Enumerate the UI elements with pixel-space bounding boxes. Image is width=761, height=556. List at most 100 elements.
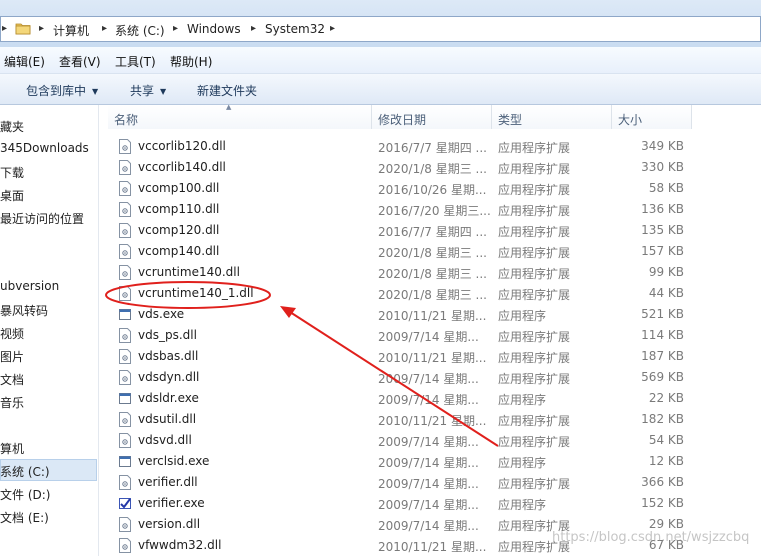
menu-tools[interactable]: 工具(T)	[115, 53, 156, 70]
file-row[interactable]: vdsbas.dll 2010/11/21 星期... 应用程序扩展 187 KB	[100, 346, 761, 367]
dll-icon	[119, 412, 131, 427]
nav-item-drive-c[interactable]: 系统 (C:)	[0, 463, 50, 480]
crumb-arrow-icon[interactable]: ▸	[173, 23, 178, 34]
file-name: vcruntime140_1.dll	[138, 286, 254, 300]
menu-view[interactable]: 查看(V)	[59, 53, 101, 70]
include-library-button[interactable]: 包含到库中 ▼	[26, 82, 98, 99]
file-date: 2020/1/8 星期三 ...	[378, 246, 487, 260]
file-size: 182 KB	[641, 412, 684, 426]
file-name: vdsdyn.dll	[138, 370, 200, 384]
file-row[interactable]: vcomp110.dll 2016/7/20 星期三... 应用程序扩展 136 KB	[100, 199, 761, 220]
file-row[interactable]: vds.exe 2010/11/21 星期... 应用程序 521 KB	[100, 304, 761, 325]
crumb-arrow-icon[interactable]: ▸	[102, 23, 107, 34]
address-bar[interactable]: ▸ ▸ 计算机 ▸ 系统 (C:) ▸ Windows ▸ System32 ▸	[0, 16, 761, 42]
watermark-text: https://blog.csdn.net/wsjzzcbq	[552, 530, 750, 545]
file-size: 157 KB	[641, 244, 684, 258]
file-date: 2016/7/20 星期三...	[378, 204, 491, 218]
menu-help[interactable]: 帮助(H)	[170, 53, 212, 70]
file-size: 99 KB	[648, 265, 684, 279]
nav-item-desktop[interactable]: 桌面	[0, 187, 24, 204]
file-name: vcomp120.dll	[138, 223, 220, 237]
file-date: 2009/7/14 星期...	[378, 498, 479, 512]
file-size: 152 KB	[641, 496, 684, 510]
file-row[interactable]: vcruntime140_1.dll 2020/1/8 星期三 ... 应用程序扩展…	[100, 283, 761, 304]
sort-up-icon: ▲	[226, 103, 232, 111]
file-type: 应用程序扩展	[498, 288, 571, 302]
file-row[interactable]: vcruntime140.dll 2020/1/8 星期三 ... 应用程序扩展 99…	[100, 262, 761, 283]
file-row[interactable]: vdsvd.dll 2009/7/14 星期... 应用程序扩展 54 KB	[100, 430, 761, 451]
dll-icon	[119, 475, 131, 490]
nav-item-documents[interactable]: 文档	[0, 371, 24, 388]
file-date: 2009/7/14 星期...	[378, 372, 479, 386]
history-arrow-icon[interactable]: ▸	[2, 23, 7, 34]
file-size: 330 KB	[641, 160, 684, 174]
column-header-date[interactable]: 修改日期	[372, 105, 492, 129]
nav-item-drive-e[interactable]: 文档 (E:)	[0, 509, 49, 526]
column-header-name[interactable]: 名称 ▲	[108, 103, 372, 129]
dll-icon	[119, 139, 131, 154]
crumb-arrow-icon[interactable]: ▸	[251, 23, 256, 34]
nav-item-downloads-2345[interactable]: 345Downloads	[0, 141, 89, 155]
crumb-arrow-icon[interactable]: ▸	[330, 23, 335, 34]
file-size: 135 KB	[641, 223, 684, 237]
file-row[interactable]: vcomp100.dll 2016/10/26 星期... 应用程序扩展 58 KB	[100, 178, 761, 199]
column-header-type-label: 类型	[498, 113, 523, 127]
file-row[interactable]: vccorlib120.dll 2016/7/7 星期四 ... 应用程序扩展 349…	[100, 136, 761, 157]
file-size: 569 KB	[641, 370, 684, 384]
dll-icon	[119, 265, 131, 280]
file-date: 2016/10/26 星期...	[378, 183, 487, 197]
file-date: 2020/1/8 星期三 ...	[378, 288, 487, 302]
file-size: 12 KB	[648, 454, 684, 468]
file-date: 2016/7/7 星期四 ...	[378, 225, 487, 239]
command-bar: 包含到库中 ▼ 共享 ▼ 新建文件夹	[0, 74, 761, 105]
nav-item-music[interactable]: 音乐	[0, 394, 24, 411]
nav-item-downloads[interactable]: 下载	[0, 164, 24, 181]
column-header-date-label: 修改日期	[378, 113, 427, 127]
dll-icon	[119, 160, 131, 175]
file-row[interactable]: vdsldr.exe 2009/7/14 星期... 应用程序 22 KB	[100, 388, 761, 409]
nav-item-pictures[interactable]: 图片	[0, 348, 24, 365]
dll-icon	[119, 433, 131, 448]
exe-icon	[119, 391, 131, 406]
dll-icon	[119, 244, 131, 259]
file-row[interactable]: verclsid.exe 2009/7/14 星期... 应用程序 12 KB	[100, 451, 761, 472]
menu-edit[interactable]: 编辑(E)	[4, 53, 45, 70]
crumb-system32[interactable]: System32	[265, 22, 325, 36]
file-type: 应用程序扩展	[498, 141, 571, 155]
nav-item-storm-codec[interactable]: 暴风转码	[0, 302, 48, 319]
file-row[interactable]: verifier.exe 2009/7/14 星期... 应用程序 152 KB	[100, 493, 761, 514]
file-name: vds.exe	[138, 307, 185, 321]
nav-item-videos[interactable]: 视频	[0, 325, 24, 342]
crumb-windows[interactable]: Windows	[187, 22, 241, 36]
file-row[interactable]: vds_ps.dll 2009/7/14 星期... 应用程序扩展 114 KB	[100, 325, 761, 346]
file-row[interactable]: verifier.dll 2009/7/14 星期... 应用程序扩展 366 KB	[100, 472, 761, 493]
file-type: 应用程序扩展	[498, 267, 571, 281]
nav-item-subversion[interactable]: ubversion	[0, 279, 59, 293]
file-date: 2010/11/21 星期...	[378, 351, 487, 365]
file-type: 应用程序扩展	[498, 351, 571, 365]
dll-icon	[119, 349, 131, 364]
file-date: 2009/7/14 星期...	[378, 477, 479, 491]
file-row[interactable]: vccorlib140.dll 2020/1/8 星期三 ... 应用程序扩展 330…	[100, 157, 761, 178]
nav-item-computer[interactable]: 算机	[0, 440, 24, 457]
column-header-size[interactable]: 大小	[612, 105, 692, 129]
crumb-arrow-icon[interactable]: ▸	[39, 23, 44, 34]
file-row[interactable]: vcomp140.dll 2020/1/8 星期三 ... 应用程序扩展 157 KB	[100, 241, 761, 262]
column-header-type[interactable]: 类型	[492, 105, 612, 129]
file-name: version.dll	[138, 517, 201, 531]
file-row[interactable]: vcomp120.dll 2016/7/7 星期四 ... 应用程序扩展 135 KB	[100, 220, 761, 241]
nav-item-favorites[interactable]: 藏夹	[0, 118, 24, 135]
share-label: 共享	[130, 84, 155, 98]
file-name: vdsutil.dll	[138, 412, 197, 426]
new-folder-button[interactable]: 新建文件夹	[197, 82, 257, 99]
nav-item-recent-places[interactable]: 最近访问的位置	[0, 210, 84, 227]
address-bar-area: ▸ ▸ 计算机 ▸ 系统 (C:) ▸ Windows ▸ System32 ▸	[0, 0, 761, 47]
file-name: vccorlib140.dll	[138, 160, 226, 174]
crumb-system-c[interactable]: 系统 (C:)	[115, 22, 165, 39]
file-size: 349 KB	[641, 139, 684, 153]
file-row[interactable]: vdsutil.dll 2010/11/21 星期... 应用程序扩展 182 KB	[100, 409, 761, 430]
nav-item-drive-d[interactable]: 文件 (D:)	[0, 486, 50, 503]
file-row[interactable]: vdsdyn.dll 2009/7/14 星期... 应用程序扩展 569 KB	[100, 367, 761, 388]
crumb-computer[interactable]: 计算机	[53, 22, 89, 39]
share-button[interactable]: 共享 ▼	[130, 82, 166, 99]
